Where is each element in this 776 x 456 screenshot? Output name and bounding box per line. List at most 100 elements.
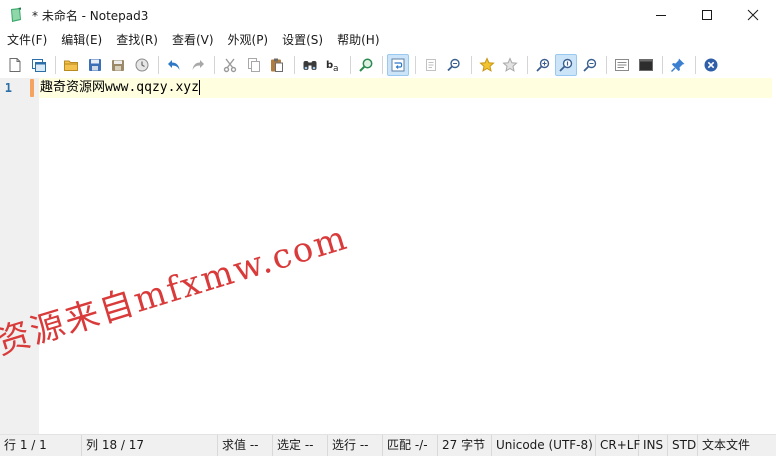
scheme-button[interactable]	[611, 54, 633, 76]
zoom-out-icon	[582, 58, 596, 72]
save-as-button[interactable]	[107, 54, 129, 76]
menu-settings[interactable]: 设置(S)	[275, 30, 330, 51]
favorites-button[interactable]	[476, 54, 498, 76]
editor-area[interactable]: 1 趣奇资源网www.qqzy.xyz 资源来自mfxmw.com	[0, 78, 776, 434]
change-marker	[30, 79, 34, 97]
pin-button[interactable]	[667, 54, 689, 76]
history-button[interactable]	[131, 54, 153, 76]
open-button[interactable]	[60, 54, 82, 76]
replace-icon: ba	[326, 60, 339, 73]
toolbar-separator	[470, 55, 472, 74]
menu-edit[interactable]: 编辑(E)	[54, 30, 109, 51]
toolbar-separator	[414, 55, 416, 74]
close-doc-button[interactable]	[700, 54, 722, 76]
toolbar-separator	[382, 55, 383, 74]
paste-button[interactable]	[266, 54, 288, 76]
line-number-gutter	[0, 78, 39, 434]
status-match: 匹配 -/-	[383, 434, 438, 456]
new-file-icon	[9, 57, 21, 72]
menu-help[interactable]: 帮助(H)	[330, 30, 386, 51]
cut-icon	[223, 58, 237, 72]
save-button[interactable]	[84, 54, 106, 76]
save-as-icon	[112, 59, 124, 71]
save-icon	[88, 58, 101, 71]
status-encoding[interactable]: Unicode (UTF-8)	[492, 434, 596, 456]
menu-view[interactable]: 查看(V)	[165, 30, 221, 51]
close-doc-icon	[704, 58, 717, 71]
open-window-icon	[31, 58, 46, 72]
console-icon	[638, 58, 653, 71]
status-selection: 选定 --	[273, 434, 328, 456]
editor-text-line[interactable]: 趣奇资源网www.qqzy.xyz	[40, 78, 200, 98]
toolbar-separator	[694, 55, 696, 74]
undo-button[interactable]	[163, 54, 185, 76]
toolbar-separator	[55, 55, 56, 74]
console-button[interactable]	[635, 54, 657, 76]
menu-appearance[interactable]: 外观(P)	[221, 30, 276, 51]
copy-button[interactable]	[243, 54, 265, 76]
pin-icon	[671, 58, 685, 72]
close-icon	[747, 9, 759, 21]
status-column[interactable]: 列 18 / 17	[82, 434, 218, 456]
word-wrap-button[interactable]	[387, 53, 409, 76]
status-mode[interactable]: 文本文件	[698, 435, 770, 456]
toolbar-separator	[214, 55, 215, 74]
close-button[interactable]	[730, 0, 776, 30]
paste-icon	[271, 58, 283, 72]
find-icon	[303, 60, 316, 70]
replace-button[interactable]: ba	[322, 54, 344, 76]
zoom-find-button[interactable]	[443, 54, 465, 76]
toolbar-separator	[662, 55, 663, 74]
window-title: * 未命名 - Notepad3	[32, 8, 149, 23]
copy-all-button[interactable]	[420, 54, 442, 76]
add-favorite-button[interactable]	[499, 54, 521, 76]
toolbar-separator	[606, 55, 607, 74]
copy-all-icon	[425, 58, 436, 71]
maximize-icon	[702, 10, 712, 20]
zoom-out-button[interactable]	[579, 54, 601, 76]
status-line[interactable]: 行 1 / 1	[0, 434, 82, 456]
word-wrap-icon	[391, 58, 405, 71]
zoom-reset-button[interactable]	[555, 53, 577, 76]
watermark-text: 资源来自mfxmw.com	[0, 217, 353, 363]
toolbar-separator	[526, 55, 528, 74]
zoom-in-button[interactable]	[532, 54, 554, 76]
favorite-icon	[478, 56, 495, 72]
toolbar-separator	[158, 55, 159, 74]
undo-icon	[168, 59, 180, 70]
line-number: 1	[4, 81, 12, 95]
menu-find[interactable]: 查找(R)	[109, 30, 165, 51]
status-selected-lines: 选行 --	[328, 434, 383, 456]
notepad3-app-icon	[11, 7, 21, 22]
minimize-button[interactable]	[638, 0, 684, 30]
scheme-icon	[615, 58, 629, 71]
redo-button[interactable]	[187, 54, 209, 76]
maximize-button[interactable]	[684, 0, 730, 30]
goto-button[interactable]	[355, 54, 377, 76]
add-favorite-icon	[502, 56, 518, 72]
cut-button[interactable]	[219, 54, 241, 76]
text-caret	[198, 80, 200, 95]
zoom-reset-icon	[559, 58, 573, 72]
status-ins[interactable]: INS	[639, 434, 668, 456]
copy-icon	[247, 57, 260, 72]
zoom-in-icon	[535, 58, 549, 72]
history-icon	[135, 58, 148, 71]
new-window-button[interactable]	[28, 54, 50, 76]
menu-file[interactable]: 文件(F)	[0, 30, 54, 51]
menu-bar: 文件(F) 编辑(E) 查找(R) 查看(V) 外观(P) 设置(S) 帮助(H…	[0, 30, 776, 51]
find-button[interactable]	[299, 54, 321, 76]
status-value: 求值 --	[218, 434, 273, 456]
status-std[interactable]: STD	[668, 434, 698, 456]
status-bar: 行 1 / 1 列 18 / 17 求值 -- 选定 -- 选行 -- 匹配 -…	[0, 434, 776, 456]
editor-text: 趣奇资源网www.qqzy.xyz	[40, 80, 199, 95]
toolbar-separator	[293, 55, 295, 74]
new-file-button[interactable]	[4, 54, 26, 76]
status-eol[interactable]: CR+LF	[596, 434, 640, 456]
vertical-scrollbar[interactable]	[772, 78, 776, 434]
minimize-icon	[656, 15, 666, 16]
redo-icon	[192, 59, 204, 70]
zoom-find-icon	[447, 58, 460, 71]
open-folder-icon	[64, 60, 78, 71]
toolbar-separator	[349, 55, 351, 74]
